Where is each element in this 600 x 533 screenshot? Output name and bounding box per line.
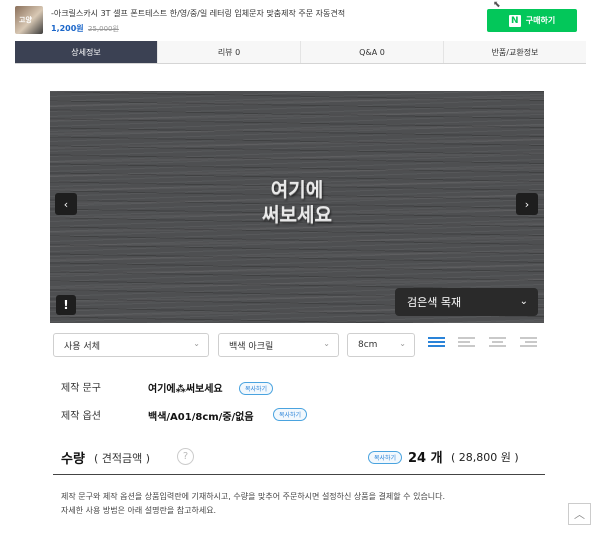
preview-line-1: 여기에	[270, 179, 324, 201]
help-icon[interactable]: ?	[177, 448, 194, 465]
buy-button-label: 구매하기	[525, 16, 556, 25]
quantity-label: 수량	[61, 452, 85, 467]
size-select-value: 8cm	[358, 340, 378, 350]
buy-button[interactable]: N 구매하기	[487, 9, 577, 32]
material-select[interactable]: 백색 아크릴 ⌄	[218, 333, 339, 357]
preview-line-2: 써보세요	[262, 204, 332, 226]
font-select-value: 사용 서체	[64, 341, 100, 352]
align-center-icon[interactable]	[489, 337, 506, 351]
detail-tabs: 상세정보 리뷰 0 Q&A 0 반품/교환정보	[15, 41, 586, 64]
copy-text-button[interactable]: 복사하기	[239, 382, 274, 395]
size-select[interactable]: 8cm ⌄	[347, 333, 415, 357]
previous-arrow-icon[interactable]: ‹	[55, 193, 77, 215]
align-justify-icon[interactable]	[428, 337, 445, 351]
quantity-sublabel: ( 견적금액 )	[94, 452, 151, 465]
chevron-down-icon: ⌄	[399, 339, 406, 348]
quantity-value: 24 개	[408, 451, 443, 466]
font-select[interactable]: 사용 서체 ⌄	[53, 333, 209, 357]
chevron-down-icon: ⌄	[519, 296, 528, 307]
copy-option-button[interactable]: 복사하기	[273, 408, 308, 421]
chevron-down-icon: ⌄	[323, 339, 330, 348]
description-line-1: 제작 문구와 제작 옵션을 상품입력란에 기재하시고, 수량을 맞추어 주문하시…	[61, 492, 446, 501]
naver-pay-icon: N	[508, 14, 521, 27]
text-label: 제작 문구	[61, 383, 101, 394]
text-value: 여기에⁂써보세요	[148, 384, 223, 395]
usage-description: 제작 문구와 제작 옵션을 상품입력란에 기재하시고, 수량을 맞추어 주문하시…	[61, 490, 445, 518]
background-material-value: 검은색 목재	[407, 296, 462, 309]
divider	[53, 474, 545, 475]
option-value: 백색/A01/8cm/중/없음	[148, 412, 254, 423]
tab-reviews[interactable]: 리뷰 0	[158, 41, 301, 63]
chevron-down-icon: ⌄	[193, 339, 200, 348]
option-label: 제작 옵션	[61, 411, 101, 422]
copy-quantity-button[interactable]: 복사하기	[368, 451, 403, 464]
product-title: -아크릴스카시 3T 셀프 폰트테스트 한/영/중/일 레터링 입체문자 맞춤제…	[51, 9, 346, 18]
product-price: 1,200원	[51, 24, 84, 33]
background-material-select[interactable]: 검은색 목재 ⌄	[395, 288, 538, 316]
product-thumbnail[interactable]: 고양	[15, 6, 43, 34]
info-icon[interactable]: !	[56, 295, 76, 315]
tab-details[interactable]: 상세정보	[15, 41, 158, 63]
original-price: 25,000원	[88, 25, 119, 33]
quantity-total: ( 28,800 원 )	[451, 451, 519, 464]
product-header: 고양 -아크릴스카시 3T 셀프 폰트테스트 한/영/중/일 레터링 입체문자 …	[0, 0, 600, 40]
description-line-2: 자세한 사용 방법은 아래 설명란을 참고하세요.	[61, 506, 217, 515]
align-right-icon[interactable]	[520, 337, 537, 351]
preview-text: 여기에 써보세요	[50, 178, 544, 228]
next-arrow-icon[interactable]: ›	[516, 193, 538, 215]
lettering-preview: 여기에 써보세요 ‹ › ! 검은색 목재 ⌄	[50, 91, 544, 323]
tab-qna[interactable]: Q&A 0	[301, 41, 444, 63]
align-left-icon[interactable]	[458, 337, 475, 351]
tab-return-exchange[interactable]: 반품/교환정보	[444, 41, 586, 63]
material-select-value: 백색 아크릴	[229, 341, 274, 352]
scroll-top-icon[interactable]: ︿	[568, 503, 591, 525]
thumbnail-text: 고양	[19, 16, 32, 24]
